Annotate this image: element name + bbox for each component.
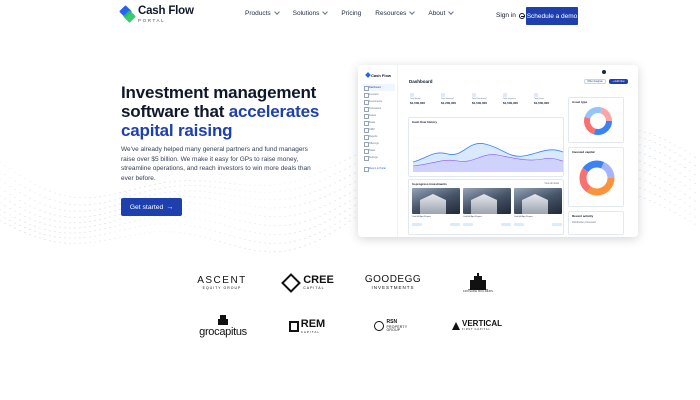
dash-nav-item: Investors	[363, 91, 395, 98]
pie-title: Invested capital	[572, 150, 595, 154]
dashboard-main: Dashboard Offer Analysis + Add New Total…	[404, 65, 638, 237]
logo-grocapitus: grocapitus	[199, 313, 247, 339]
signin-link[interactable]: Sign in	[496, 12, 525, 19]
stat-card: Total Investors $1,500,000	[501, 93, 530, 111]
brand-logo[interactable]: Cash Flow PORTAL	[119, 5, 194, 23]
cta-label: Get started	[129, 203, 164, 211]
logo-rem: REM CAPITAL	[284, 318, 330, 334]
dash-nav-item: Assets	[363, 112, 395, 119]
crusade-building-icon	[468, 273, 488, 291]
property-card: Oak Hill Apt Project	[412, 188, 460, 226]
property-photo	[514, 188, 562, 214]
dash-nav-item: Dashboard	[363, 84, 395, 91]
dash-pill: + Add New	[609, 79, 628, 84]
stat-card: Total Deals $1,500,000	[532, 93, 561, 111]
logo-cree: CREE CAPITAL	[281, 273, 336, 293]
nav-label: Solutions	[292, 10, 320, 17]
nav-solutions[interactable]: Solutions	[292, 9, 329, 17]
dash-nav-item: Tasks	[363, 147, 395, 154]
site-header: Cash Flow PORTAL Products Solutions Pric…	[0, 0, 700, 32]
cashflow-area-chart	[413, 137, 563, 172]
activity-item: Distribution processed	[572, 221, 596, 224]
nav-label: Products	[245, 10, 271, 17]
chevron-down-icon	[273, 9, 280, 15]
get-started-button[interactable]: Get started →	[121, 198, 182, 216]
property-photo	[463, 188, 511, 214]
nav-pricing[interactable]: Pricing	[341, 10, 361, 17]
chart-title: Cash flow history	[412, 120, 438, 124]
dashboard-sidebar: Cash Flow Dashboard Investors Investment…	[358, 65, 398, 237]
stat-card: Total Distributed $1,500,000	[470, 93, 499, 111]
hero-description: We've already helped many general partne…	[121, 146, 311, 182]
landing-page: Cash Flow PORTAL Products Solutions Pric…	[0, 0, 700, 400]
logo-rsn: RSN PROPERTY GROUP	[371, 316, 413, 336]
investments-card: In-progress investments View all deals O…	[408, 179, 564, 235]
rsn-mark-icon	[373, 321, 384, 331]
dashboard-nav: Dashboard Investors Investments Companie…	[363, 84, 395, 172]
logo-mark-icon	[119, 5, 136, 23]
chevron-down-icon	[448, 9, 455, 15]
grocapitus-building-icon	[218, 314, 228, 325]
activity-title: Recent activity	[572, 214, 594, 218]
property-card: Oak Hill Apt Project	[514, 188, 562, 226]
nav-about[interactable]: About	[428, 9, 455, 17]
vertical-mark-icon	[452, 322, 460, 330]
nav-label: Resources	[375, 10, 407, 17]
invested-capital-card: Invested capital	[568, 147, 624, 207]
signin-label: Sign in	[496, 12, 516, 19]
property-photo	[412, 188, 460, 214]
dash-nav-item: Settings	[363, 154, 395, 161]
logo-goodegg: GOODEGG INVESTMENTS	[364, 274, 422, 291]
logo-name: Cash Flow	[138, 5, 194, 17]
schedule-demo-button[interactable]: Schedule a demo	[526, 7, 578, 25]
dash-nav-item: CRM	[363, 126, 395, 133]
nav-resources[interactable]: Resources	[375, 9, 416, 17]
dash-nav-item: Investments	[363, 98, 395, 105]
rem-mark-icon	[288, 320, 299, 332]
main-nav: Products Solutions Pricing Resources Abo…	[245, 9, 467, 17]
logo-ascent: ASCENT EQUITY GROUP	[197, 274, 247, 290]
logo-crusade: CRUSADE BUILDERS	[462, 270, 494, 296]
nav-label: Pricing	[341, 10, 362, 17]
dash-nav-item: Deals	[363, 119, 395, 126]
asset-type-card: Asset type	[568, 97, 624, 143]
dash-pill: Offer Analysis	[584, 79, 606, 84]
arrow-right-icon: →	[166, 203, 174, 211]
cree-mark-icon	[281, 273, 302, 293]
dash-nav-item: Offerings	[363, 140, 395, 147]
dash-nav-item: Companies	[363, 105, 395, 112]
recent-activity-card: Recent activity Distribution processed	[568, 211, 624, 235]
hero-title: Investment management software that acce…	[121, 83, 336, 140]
pie-title: Asset type	[572, 100, 588, 104]
asset-type-donut	[584, 107, 612, 135]
invested-capital-donut	[579, 160, 615, 196]
nav-label: About	[428, 10, 446, 17]
logo-vertical: VERTICAL FIRST CAPITAL	[450, 319, 504, 333]
chevron-down-icon	[409, 9, 416, 15]
property-card: Oak Hill Apt Project	[463, 188, 511, 226]
investments-link: View all deals	[544, 182, 559, 185]
investments-title: In-progress investments	[412, 182, 447, 186]
avatar	[602, 70, 606, 74]
nav-products[interactable]: Products	[245, 9, 280, 17]
dash-nav-link: Return to Portal	[363, 165, 395, 172]
dashboard-title: Dashboard	[409, 79, 433, 84]
cashflow-chart-card: Cash flow history	[408, 117, 564, 177]
stat-card: Total Invested $1,200,000	[439, 93, 468, 111]
dashboard-preview: Cash Flow Dashboard Investors Investment…	[358, 65, 638, 237]
logo-subtitle: PORTAL	[138, 17, 166, 23]
signin-arrow-icon	[518, 12, 525, 19]
chevron-down-icon	[322, 9, 329, 15]
stat-card: Total Equity $1,500,000	[408, 93, 437, 111]
dash-nav-item: Reports	[363, 133, 395, 140]
dashboard-logo: Cash Flow	[365, 72, 391, 78]
